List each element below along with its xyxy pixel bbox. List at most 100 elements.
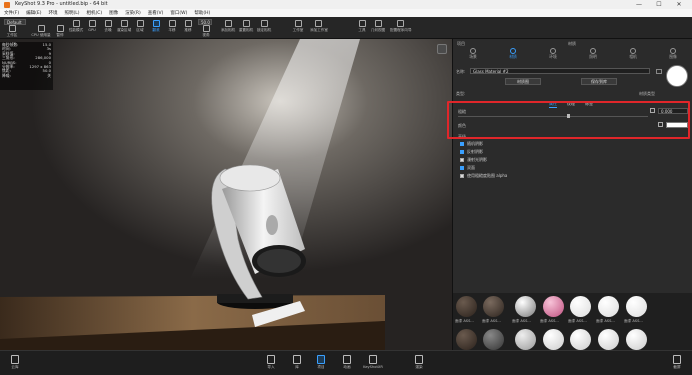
dolly-icon xyxy=(184,20,192,27)
reset-camera-button[interactable]: 重置相机 xyxy=(238,20,254,38)
material-thumb[interactable] xyxy=(626,296,647,317)
checkbox-random-shadow[interactable]: 随机阴影 xyxy=(460,141,483,147)
menu-window[interactable]: 窗口(W) xyxy=(170,10,187,16)
material-thumb-label: 面漆 ASS... xyxy=(624,319,643,323)
tools-icon xyxy=(358,20,366,27)
material-thumb[interactable] xyxy=(515,329,536,350)
material-thumb[interactable] xyxy=(598,296,619,317)
menu-bar: 文件(F) 编辑(E) 环境 照明(L) 相机(C) 图像 渲染(R) 查看(V… xyxy=(0,9,692,17)
screenshot-icon xyxy=(673,355,681,364)
studio-icon xyxy=(294,20,302,27)
minimize-button[interactable]: — xyxy=(632,0,646,9)
material-thumb-label: 面漆 ASS... xyxy=(482,319,501,323)
import-icon xyxy=(267,355,275,364)
material-thumb[interactable] xyxy=(483,329,504,350)
checkbox-reflect-shadow[interactable]: 反射阴影 xyxy=(460,149,483,155)
checkbox[interactable] xyxy=(460,150,464,154)
add-studio-button[interactable]: 添加工作室 xyxy=(310,20,328,38)
configurator-wizard-button[interactable]: 配置程序向导 xyxy=(390,20,412,38)
panel-header-material: 材质 xyxy=(568,41,576,46)
close-button[interactable]: ✕ xyxy=(672,0,686,9)
menu-environment[interactable]: 环境 xyxy=(48,10,57,16)
import-button[interactable]: 导入 xyxy=(262,355,280,370)
material-thumb-label: 面漆 ASS... xyxy=(512,319,531,323)
tab-environment[interactable]: 环境 xyxy=(533,48,573,60)
geometry-view-button[interactable]: 几何视图 xyxy=(370,20,386,38)
material-thumb[interactable] xyxy=(515,296,536,317)
pan-icon xyxy=(168,20,176,27)
toolbar: Default 50.0 工作区 CPU 使用量 暂停 性能模式 GPU 去噪 … xyxy=(0,17,692,39)
material-graph-button[interactable]: 材质图 xyxy=(505,78,541,85)
render-viewport[interactable] xyxy=(0,39,452,350)
menu-camera[interactable]: 相机(C) xyxy=(87,10,103,16)
tab-camera[interactable]: 相机 xyxy=(613,48,653,60)
tumble-button[interactable]: 翻滚 xyxy=(148,20,164,38)
tab-lighting[interactable]: 照明 xyxy=(573,48,613,60)
material-thumb[interactable] xyxy=(543,329,564,350)
material-thumb[interactable] xyxy=(570,296,591,317)
render-region-icon xyxy=(120,20,128,27)
add-camera-button[interactable]: 添加相机 xyxy=(220,20,236,38)
lock-camera-button[interactable]: 锁定相机 xyxy=(256,20,272,38)
material-thumb[interactable] xyxy=(543,296,564,317)
keyshotxr-button[interactable]: KeyShotXR xyxy=(362,355,384,369)
screenshot-button[interactable]: 截屏 xyxy=(668,355,686,370)
material-thumb[interactable] xyxy=(483,296,504,317)
checkbox-roughness-alpha[interactable]: 使用粗糙度贴图 alpha xyxy=(460,173,507,179)
studio-button[interactable]: 工作室 xyxy=(290,20,306,38)
tab-material[interactable]: 材质 xyxy=(493,48,533,60)
performance-mode-button[interactable]: 性能模式 xyxy=(68,20,84,38)
material-thumb[interactable] xyxy=(456,296,477,317)
material-thumb[interactable] xyxy=(456,329,477,350)
tab-image[interactable]: 图像 xyxy=(653,48,692,60)
save-to-library-button[interactable]: 保存到库 xyxy=(581,78,617,85)
gpu-button[interactable]: GPU xyxy=(84,20,100,38)
studio-add-icon xyxy=(314,20,322,27)
panel-header-project: 项目 xyxy=(457,41,465,46)
menu-render[interactable]: 渲染(R) xyxy=(125,10,141,16)
cpu-icon xyxy=(37,25,45,32)
checkbox[interactable] xyxy=(460,142,464,146)
checkbox[interactable] xyxy=(460,166,464,170)
pan-button[interactable]: 平移 xyxy=(164,20,180,38)
region-button[interactable]: 区域 xyxy=(132,20,148,38)
keyshotxr-icon xyxy=(369,355,377,364)
viewport-toggle-icon[interactable] xyxy=(437,44,447,54)
material-thumb-label: 面漆 ASS... xyxy=(455,319,474,323)
workspace-icon xyxy=(8,25,16,32)
material-thumb[interactable] xyxy=(626,329,647,350)
cloud-library-button[interactable]: 云库 xyxy=(6,355,24,370)
render-icon xyxy=(415,355,423,364)
checkbox[interactable] xyxy=(460,158,464,162)
project-button[interactable]: 项目 xyxy=(312,355,330,370)
checkbox[interactable] xyxy=(460,174,464,178)
checkbox-two-sided[interactable]: 双面 xyxy=(460,165,475,171)
material-thumb[interactable] xyxy=(598,329,619,350)
material-type-label: 材质类型 xyxy=(639,91,655,96)
geometry-icon xyxy=(374,20,382,27)
stat-row: 降噪: 关 xyxy=(2,72,51,78)
render-region-button[interactable]: 渲染区域 xyxy=(116,20,132,38)
dolly-button[interactable]: 推移 xyxy=(180,20,196,38)
render-button[interactable]: 渲染 xyxy=(410,355,428,370)
menu-edit[interactable]: 编辑(E) xyxy=(26,10,41,16)
pause-icon xyxy=(56,25,64,32)
maximize-button[interactable]: ☐ xyxy=(652,0,666,9)
tools-button[interactable]: 工具 xyxy=(354,20,370,38)
menu-help[interactable]: 帮助(H) xyxy=(194,10,210,16)
animation-button[interactable]: 动画 xyxy=(338,355,356,370)
name-label: 名称: xyxy=(456,69,466,74)
material-thumb[interactable] xyxy=(570,329,591,350)
library-button[interactable]: 库 xyxy=(288,355,306,370)
denoise-button[interactable]: 去噪 xyxy=(100,20,116,38)
edit-icon[interactable] xyxy=(656,69,662,74)
menu-view[interactable]: 查看(V) xyxy=(148,10,164,16)
tab-scene[interactable]: 场景 xyxy=(453,48,493,60)
menu-lighting[interactable]: 照明(L) xyxy=(64,10,79,16)
menu-image[interactable]: 图像 xyxy=(109,10,118,16)
checkbox-diffuse-shadow[interactable]: 漫射光阴影 xyxy=(460,157,487,163)
material-name-field[interactable]: Glass Material #2 xyxy=(470,68,650,74)
wizard-icon xyxy=(396,20,404,27)
material-library-strip: 面漆 ASS... 面漆 ASS... 面漆 ASS... 面漆 ASS... … xyxy=(453,293,692,350)
menu-file[interactable]: 文件(F) xyxy=(4,10,19,16)
